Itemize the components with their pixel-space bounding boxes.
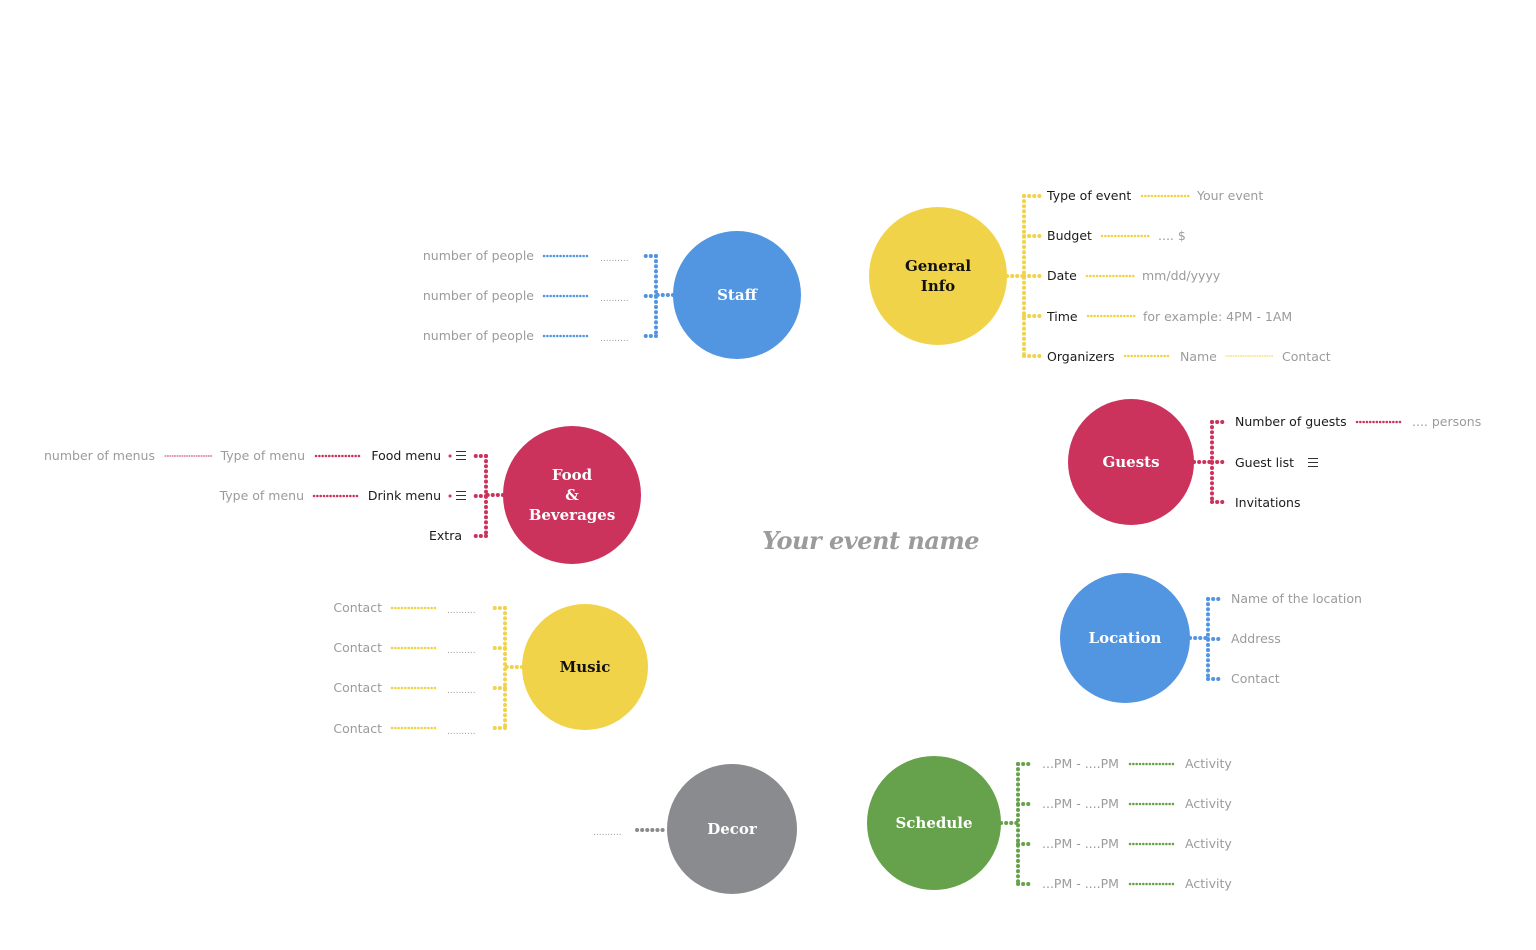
list-icon[interactable] (1308, 458, 1318, 467)
music-contact[interactable]: Contact (333, 640, 382, 656)
general-organizers-name[interactable]: Name (1180, 349, 1217, 365)
list-icon[interactable] (456, 451, 466, 460)
music-contact[interactable]: Contact (333, 600, 382, 616)
general-organizers-contact[interactable]: Contact (1282, 349, 1331, 365)
node-general-info[interactable]: General Info (869, 207, 1007, 345)
decor-placeholder[interactable]: .......... (593, 828, 622, 838)
node-food-beverages[interactable]: Food & Beverages (503, 426, 641, 564)
schedule-time[interactable]: ...PM - ....PM (1042, 756, 1119, 772)
staff-number-of-people[interactable]: number of people (423, 288, 534, 304)
food-number-of-menus[interactable]: number of menus (44, 448, 155, 464)
staff-number-of-people[interactable]: number of people (423, 328, 534, 344)
music-placeholder[interactable]: .......... (447, 606, 476, 616)
general-type-value[interactable]: Your event (1197, 188, 1263, 204)
schedule-activity[interactable]: Activity (1185, 836, 1232, 852)
node-guests[interactable]: Guests (1068, 399, 1194, 525)
node-schedule[interactable]: Schedule (867, 756, 1001, 890)
general-date-label[interactable]: Date (1047, 268, 1077, 284)
node-staff[interactable]: Staff (673, 231, 801, 359)
general-budget-label[interactable]: Budget (1047, 228, 1092, 244)
music-contact[interactable]: Contact (333, 721, 382, 737)
music-contact[interactable]: Contact (333, 680, 382, 696)
schedule-time[interactable]: ...PM - ....PM (1042, 836, 1119, 852)
food-menu-label[interactable]: Food menu (371, 448, 441, 464)
event-name-title[interactable]: Your event name (762, 526, 980, 555)
location-contact[interactable]: Contact (1231, 671, 1280, 687)
schedule-activity[interactable]: Activity (1185, 876, 1232, 892)
general-budget-value[interactable]: .... $ (1158, 228, 1186, 244)
music-placeholder[interactable]: .......... (447, 727, 476, 737)
node-decor[interactable]: Decor (667, 764, 797, 894)
schedule-time[interactable]: ...PM - ....PM (1042, 876, 1119, 892)
list-icon[interactable] (456, 491, 466, 500)
location-address[interactable]: Address (1231, 631, 1281, 647)
staff-placeholder[interactable]: .......... (600, 254, 629, 264)
location-name[interactable]: Name of the location (1231, 591, 1362, 607)
general-organizers-label[interactable]: Organizers (1047, 349, 1115, 365)
guests-number-label[interactable]: Number of guests (1235, 414, 1347, 430)
node-music[interactable]: Music (522, 604, 648, 730)
music-placeholder[interactable]: .......... (447, 686, 476, 696)
schedule-time[interactable]: ...PM - ....PM (1042, 796, 1119, 812)
staff-placeholder[interactable]: .......... (600, 294, 629, 304)
general-type-label[interactable]: Type of event (1047, 188, 1131, 204)
general-time-label[interactable]: Time (1047, 309, 1078, 325)
guests-number-value[interactable]: .... persons (1412, 414, 1481, 430)
general-time-value[interactable]: for example: 4PM - 1AM (1143, 309, 1292, 325)
schedule-activity[interactable]: Activity (1185, 756, 1232, 772)
drink-menu-type[interactable]: Type of menu (220, 488, 304, 504)
guests-list-label[interactable]: Guest list (1235, 455, 1294, 471)
drink-menu-label[interactable]: Drink menu (368, 488, 441, 504)
food-extra-label[interactable]: Extra (429, 528, 462, 544)
general-date-value[interactable]: mm/dd/yyyy (1142, 268, 1220, 284)
food-menu-type[interactable]: Type of menu (221, 448, 305, 464)
schedule-activity[interactable]: Activity (1185, 796, 1232, 812)
node-location[interactable]: Location (1060, 573, 1190, 703)
music-placeholder[interactable]: .......... (447, 646, 476, 656)
staff-placeholder[interactable]: .......... (600, 334, 629, 344)
guests-invitations-label[interactable]: Invitations (1235, 495, 1301, 511)
staff-number-of-people[interactable]: number of people (423, 248, 534, 264)
